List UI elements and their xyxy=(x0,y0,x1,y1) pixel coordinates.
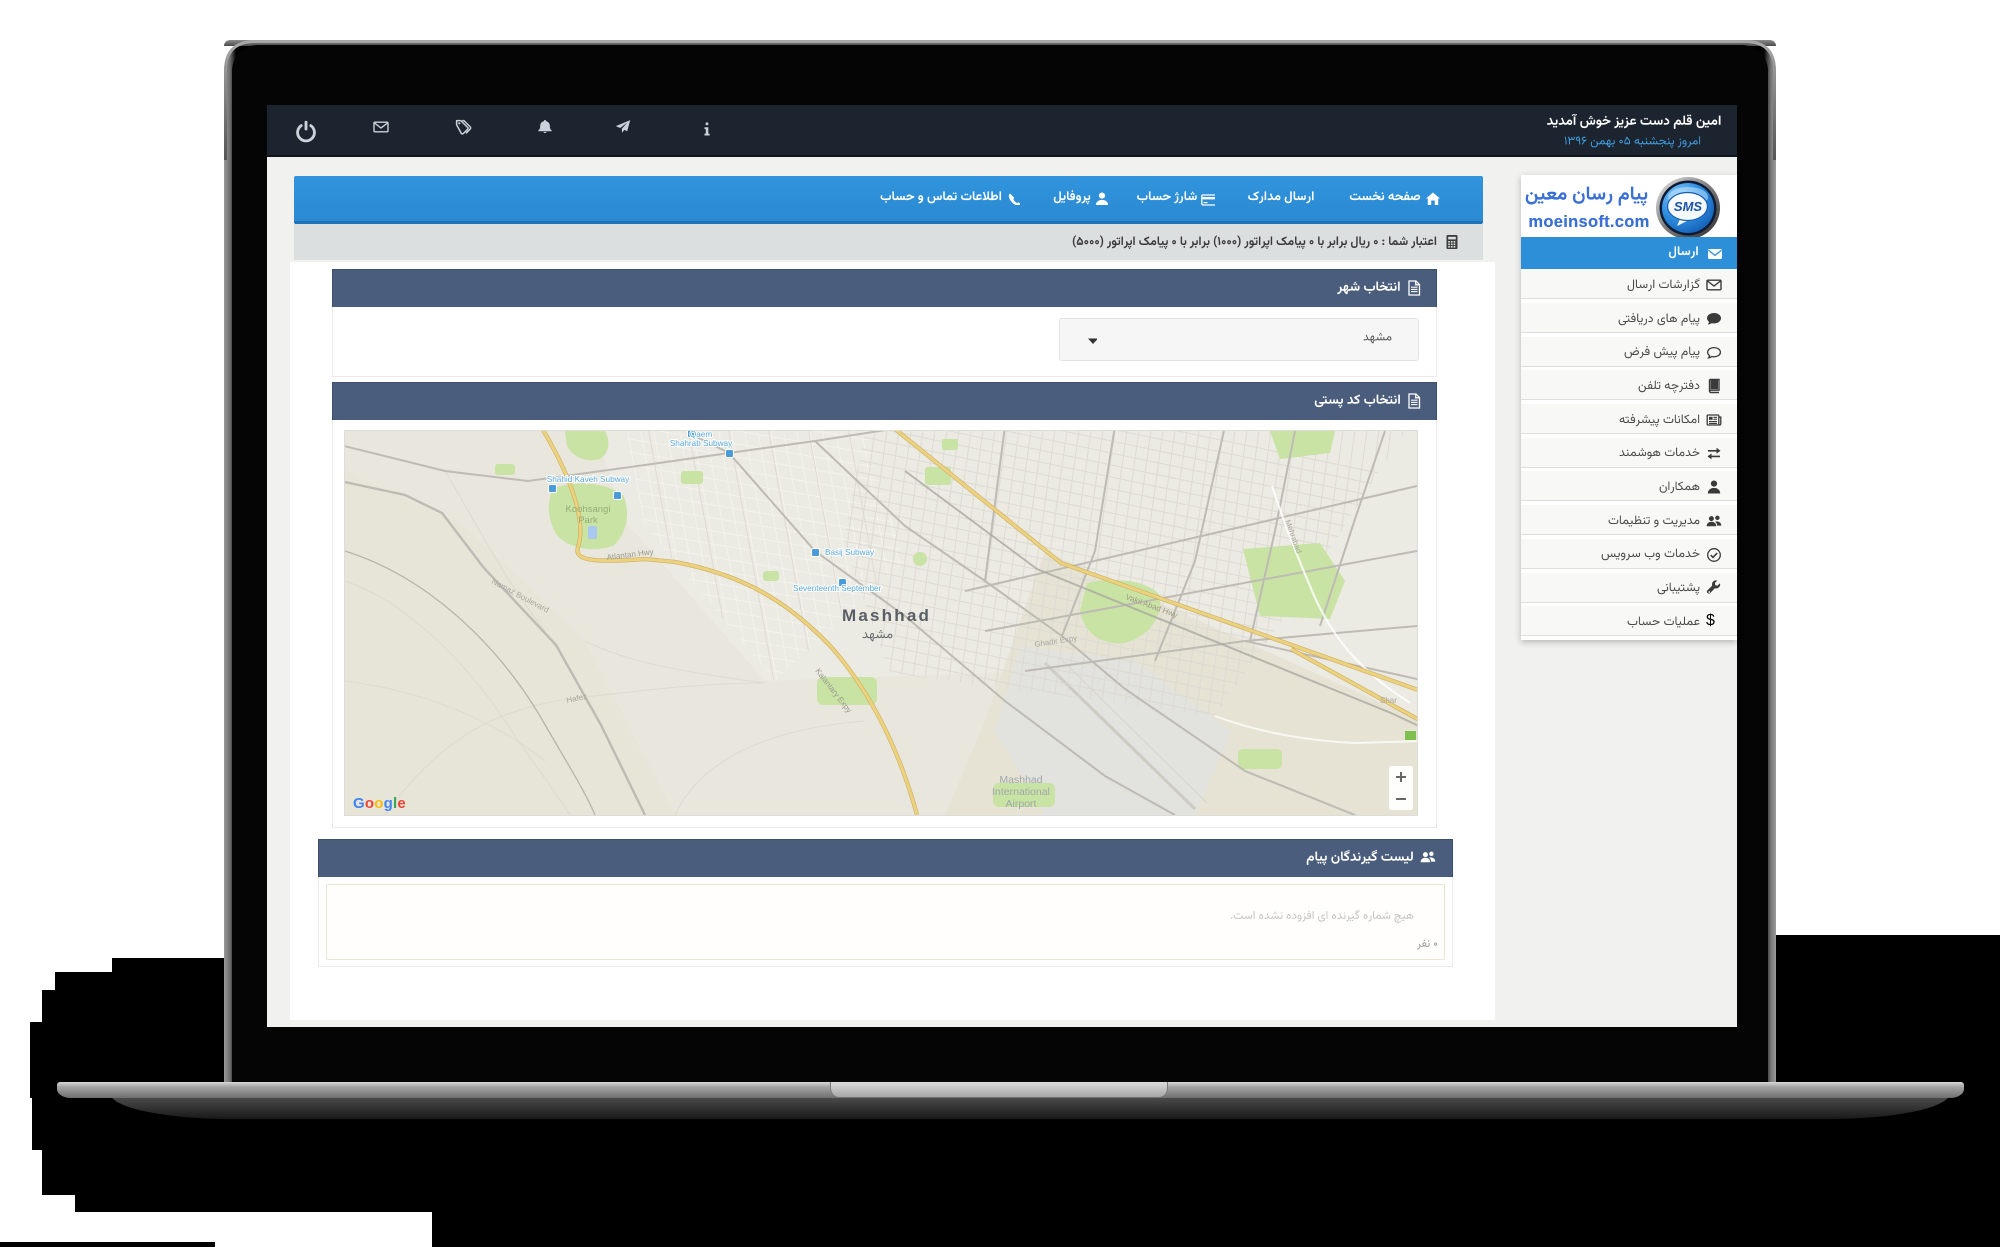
svg-text:Mashhad: Mashhad xyxy=(999,774,1042,786)
svg-text:SMS: SMS xyxy=(1674,199,1703,214)
svg-text:Seventeenth September: Seventeenth September xyxy=(793,584,882,593)
svg-text:Airport: Airport xyxy=(1006,798,1037,810)
svg-text:Google: Google xyxy=(353,795,406,812)
svg-text:moeinsoft.com: moeinsoft.com xyxy=(1528,213,1649,231)
svg-text:International: International xyxy=(992,786,1050,798)
svg-text:Shar: Shar xyxy=(1380,696,1397,705)
svg-text:Park: Park xyxy=(578,515,598,526)
svg-text:Shahid Kaveh Subway: Shahid Kaveh Subway xyxy=(547,475,630,484)
svg-text:Shahrab Subway: Shahrab Subway xyxy=(670,439,733,448)
svg-text:Qaem: Qaem xyxy=(690,431,712,439)
svg-text:Basij Subway: Basij Subway xyxy=(825,548,875,557)
svg-text:Koohsangi: Koohsangi xyxy=(566,504,611,515)
svg-text:Mashhad: Mashhad xyxy=(842,606,931,625)
